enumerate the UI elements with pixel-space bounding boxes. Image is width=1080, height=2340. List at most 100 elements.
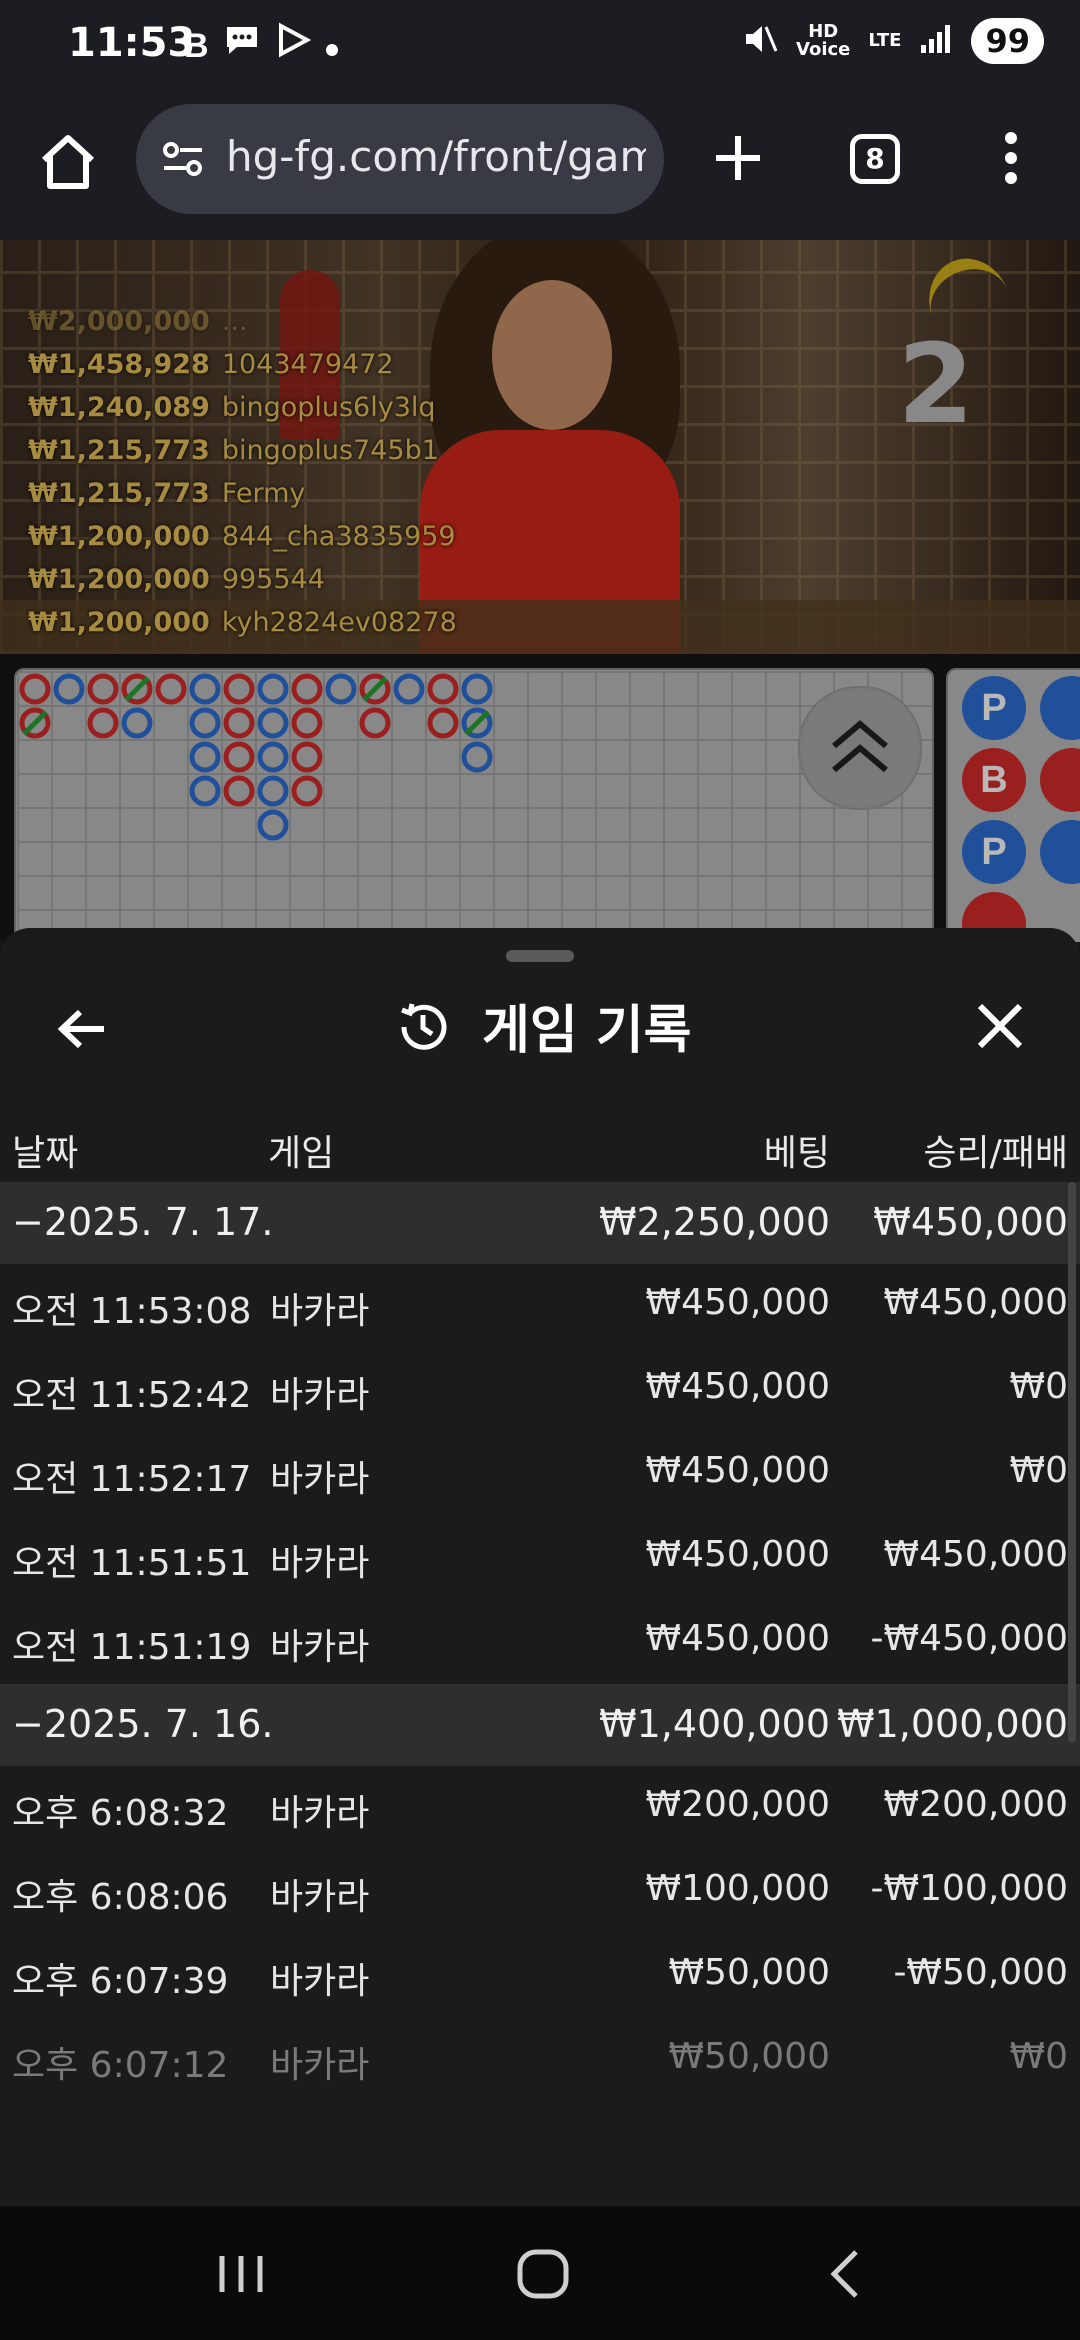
row-win-loss: ₩0: [1009, 2036, 1069, 2077]
address-bar[interactable]: hg-fg.com/front/gam: [136, 104, 664, 214]
notification-icons: B: [184, 22, 339, 69]
history-table[interactable]: −2025. 7. 17. ₩2,250,000 ₩450,000 오전 11:53:…: [0, 1182, 1080, 2102]
banker-mark: [291, 673, 323, 705]
bead-road-scoreboard[interactable]: P B P: [946, 668, 1080, 942]
table-row: 오전 11:52:42 바카라 ₩450,000 ₩0: [0, 1348, 1080, 1432]
system-nav-bar: [0, 2206, 1080, 2340]
row-date: 오후 6:07:12: [12, 2045, 229, 2086]
banker-mark: [427, 673, 459, 705]
player-mark: [461, 741, 493, 773]
back-nav-icon: [830, 2250, 858, 2298]
back-button[interactable]: [48, 994, 118, 1064]
winner-row: ₩1,200,000 kyh2824ev08278: [28, 607, 457, 638]
header-bet: 베팅: [763, 1133, 830, 1174]
more-menu-button[interactable]: [996, 128, 1026, 188]
banker-mark: [223, 741, 255, 773]
row-date: 오전 11:51:19: [12, 1627, 252, 1668]
home-button[interactable]: [36, 130, 100, 194]
banker-mark: [223, 775, 255, 807]
dot-icon: [325, 24, 339, 68]
table-row: 오후 6:08:32 바카라 ₩200,000 ₩200,000: [0, 1766, 1080, 1850]
home-nav-button[interactable]: [508, 2242, 578, 2306]
close-button[interactable]: [968, 994, 1032, 1058]
row-bet: ₩1,400,000: [599, 1702, 830, 1746]
bead-player: P: [962, 820, 1026, 884]
date-group-row[interactable]: −2025. 7. 17. ₩2,250,000 ₩450,000: [0, 1182, 1080, 1264]
header-date: 날짜: [12, 1133, 79, 1174]
row-game: 바카라: [270, 1291, 370, 1332]
arrow-left-icon: [57, 1009, 104, 1049]
system-indicators: HD Voice LTE 99: [742, 18, 1044, 64]
battery-badge: 99: [971, 18, 1044, 64]
row-game: 바카라: [270, 1877, 370, 1918]
recents-button[interactable]: [206, 2242, 276, 2306]
player-mark: [257, 707, 289, 739]
tab-switcher-button[interactable]: 8: [850, 134, 900, 184]
winner-row: ₩2,000,000...: [28, 306, 248, 337]
table-row: 오후 6:07:39 바카라 ₩50,000 -₩50,000: [0, 1934, 1080, 2018]
row-bet: ₩450,000: [645, 1618, 830, 1659]
row-bet: ₩450,000: [645, 1282, 830, 1323]
browser-toolbar: hg-fg.com/front/gam 8: [0, 92, 1080, 242]
dealer-face: [492, 280, 612, 430]
table-row: 오전 11:52:17 바카라 ₩450,000 ₩0: [0, 1432, 1080, 1516]
row-date: 오전 11:52:42: [12, 1375, 252, 1416]
row-date: 오후 6:07:39: [12, 1961, 229, 2002]
banker-mark: [87, 673, 119, 705]
row-date: 오전 11:51:51: [12, 1543, 252, 1584]
bead-partial: [1040, 748, 1080, 812]
scrollbar[interactable]: [1068, 1182, 1076, 1742]
player-mark: [189, 673, 221, 705]
winner-row: ₩1,200,000 995544: [28, 564, 325, 595]
hd-voice-icon: HD Voice: [796, 21, 851, 60]
banker-mark: [291, 741, 323, 773]
home-nav-icon: [517, 2249, 569, 2299]
row-win-loss: ₩450,000: [883, 1534, 1068, 1575]
b-app-icon: B: [184, 26, 209, 65]
table-row: 오전 11:53:08 바카라 ₩450,000 ₩450,000: [0, 1264, 1080, 1348]
date-group-row[interactable]: −2025. 7. 16. ₩1,400,000 ₩1,000,000: [0, 1684, 1080, 1766]
new-tab-button[interactable]: [706, 126, 770, 190]
row-win-loss: ₩0: [1009, 1450, 1069, 1491]
row-win-loss: ₩450,000: [873, 1200, 1068, 1244]
table-header: 날짜 게임 베팅 승리/패배: [0, 1108, 1080, 1188]
row-win-loss: ₩0: [1009, 1366, 1069, 1407]
header-win-loss: 승리/패배: [923, 1133, 1068, 1174]
row-win-loss: -₩50,000: [893, 1952, 1068, 1993]
row-game: 바카라: [270, 1627, 370, 1668]
player-mark: [257, 775, 289, 807]
collapse-scoreboard-button[interactable]: [798, 686, 922, 810]
winner-row: ₩1,200,000 844_cha3835959: [28, 521, 456, 552]
plus-icon: [716, 136, 760, 180]
row-win-loss: ₩200,000: [883, 1784, 1068, 1825]
back-nav-button[interactable]: [810, 2242, 880, 2306]
drag-handle[interactable]: [506, 950, 574, 962]
table-row: 오전 11:51:51 바카라 ₩450,000 ₩450,000: [0, 1516, 1080, 1600]
more-vert-icon: [1005, 132, 1017, 184]
double-chevron-up-icon: [832, 720, 888, 773]
big-road-scoreboard[interactable]: [14, 668, 934, 942]
row-game: 바카라: [270, 1961, 370, 2002]
row-bet: ₩50,000: [668, 2036, 830, 2077]
row-game: 바카라: [270, 1793, 370, 1834]
row-date: 오후 6:08:32: [12, 1793, 229, 1834]
row-game: 바카라: [270, 1459, 370, 1500]
banker-mark: [427, 707, 459, 739]
player-mark: [189, 707, 221, 739]
chat-icon: [223, 23, 261, 68]
row-game: 바카라: [270, 2045, 370, 2086]
status-bar: 11:53 B HD Voice LTE 99: [0, 0, 1080, 92]
row-win-loss: -₩450,000: [870, 1618, 1068, 1659]
player-mark: [257, 673, 289, 705]
site-settings-icon[interactable]: [158, 134, 208, 184]
banker-mark: [19, 673, 51, 705]
home-icon: [41, 135, 95, 189]
table-row: 오전 11:51:19 바카라 ₩450,000 -₩450,000: [0, 1600, 1080, 1684]
row-game: 바카라: [270, 1543, 370, 1584]
row-bet: ₩450,000: [645, 1534, 830, 1575]
row-bet: ₩450,000: [645, 1450, 830, 1491]
player-mark: [257, 809, 289, 841]
bead-banker: B: [962, 748, 1026, 812]
status-time: 11:53: [68, 20, 196, 66]
banker-mark: [155, 673, 187, 705]
